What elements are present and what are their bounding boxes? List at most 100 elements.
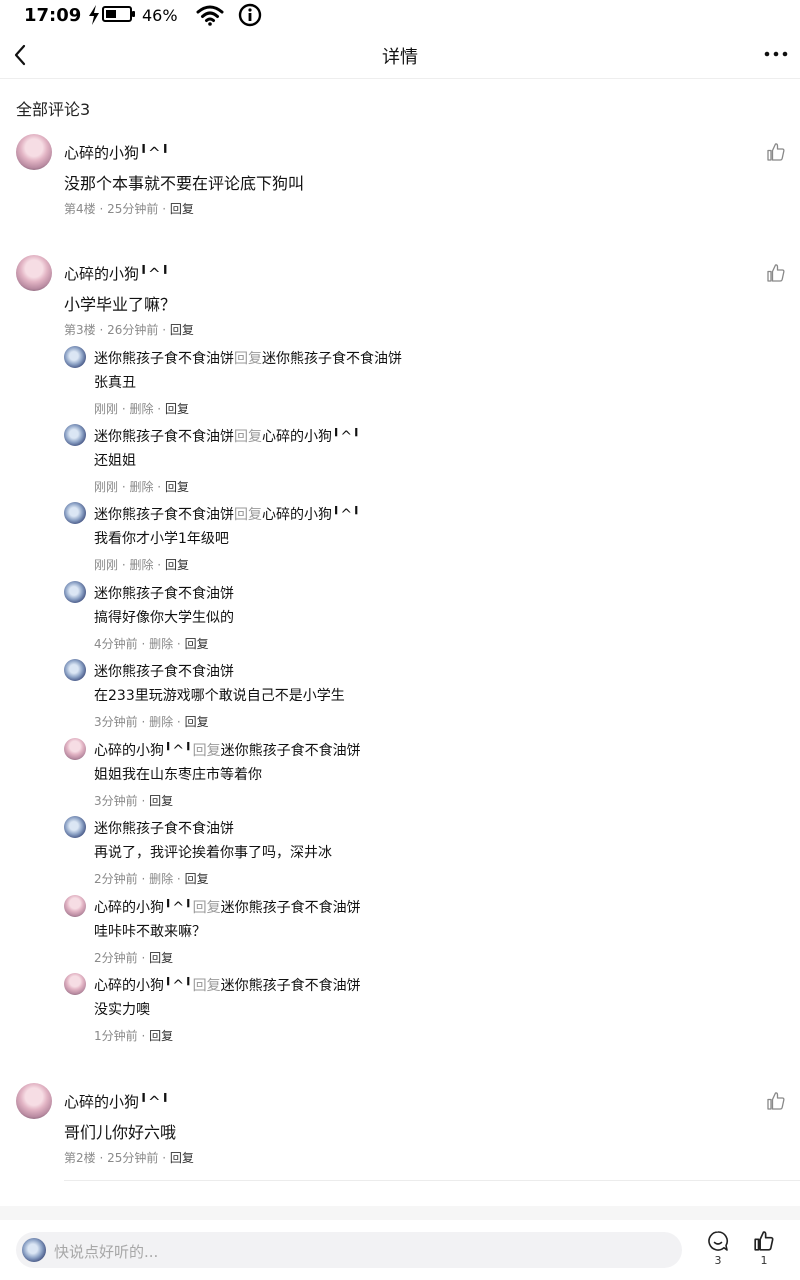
reply-target[interactable]: 心碎的小狗╹^╹: [262, 507, 361, 523]
reply-link[interactable]: 回复: [170, 1151, 194, 1165]
reply-target[interactable]: 迷你熊孩子食不食油饼: [221, 900, 361, 916]
reply-text: 再说了，我评论挨着你事了吗，深井冰: [94, 845, 332, 861]
reply-text: 姐姐我在山东枣庄市等着你: [94, 767, 262, 783]
reply-author[interactable]: 心碎的小狗╹^╹: [94, 743, 193, 759]
reply-text: 没实力噢: [94, 1002, 150, 1018]
reply-link[interactable]: 回复: [185, 715, 209, 729]
comment-meta: 第4楼 · 25分钟前 · 回复: [64, 202, 194, 216]
reply-author[interactable]: 迷你熊孩子食不食油饼: [94, 429, 234, 445]
reply-author[interactable]: 迷你熊孩子食不食油饼: [94, 351, 234, 367]
reply-meta: 刚刚 · 删除 · 回复: [94, 480, 189, 494]
comment-floor: 第4楼: [64, 202, 96, 216]
delete-link[interactable]: 删除: [149, 872, 173, 886]
reply-header: 迷你熊孩子食不食油饼: [94, 583, 234, 603]
comment-meta: 第3楼 · 26分钟前 · 回复: [64, 323, 194, 337]
reply-author[interactable]: 迷你熊孩子食不食油饼: [94, 821, 234, 837]
reply-tag: 回复: [234, 429, 262, 445]
reply-header: 迷你熊孩子食不食油饼: [94, 661, 234, 681]
reply-time: 1分钟前: [94, 1029, 138, 1043]
status-time: 17:09: [24, 5, 82, 26]
comment-count: 3: [714, 1254, 722, 1267]
comment-text: 没那个本事就不要在评论底下狗叫: [64, 174, 305, 193]
avatar[interactable]: [16, 1083, 52, 1119]
avatar[interactable]: [64, 346, 86, 368]
comment-floor: 第3楼: [64, 323, 96, 337]
divider: [64, 1180, 800, 1181]
reply-header: 迷你熊孩子食不食油饼回复心碎的小狗╹^╹: [94, 504, 361, 524]
reply-link[interactable]: 回复: [185, 872, 209, 886]
reply-link[interactable]: 回复: [165, 558, 189, 572]
comment-input-placeholder: 快说点好听的...: [54, 1243, 159, 1261]
avatar[interactable]: [64, 895, 86, 917]
delete-link[interactable]: 删除: [129, 558, 153, 572]
reply-author[interactable]: 心碎的小狗╹^╹: [94, 978, 193, 994]
like-count: 1: [760, 1254, 768, 1267]
reply-text: 张真丑: [94, 375, 136, 391]
comment-time: 26分钟前: [107, 323, 159, 337]
reply-meta: 2分钟前 · 回复: [94, 951, 174, 965]
avatar[interactable]: [64, 738, 86, 760]
avatar[interactable]: [16, 134, 52, 170]
comment-input[interactable]: 快说点好听的...: [16, 1232, 682, 1268]
reply-link[interactable]: 回复: [185, 637, 209, 651]
reply-target[interactable]: 心碎的小狗╹^╹: [262, 429, 361, 445]
delete-link[interactable]: 删除: [129, 402, 153, 416]
reply-target[interactable]: 迷你熊孩子食不食油饼: [262, 351, 402, 367]
reply-tag: 回复: [192, 900, 221, 916]
comment-author[interactable]: 心碎的小狗╹^╹: [64, 263, 170, 284]
reply-tag: 回复: [192, 743, 221, 759]
comments-count: 全部评论3: [16, 100, 91, 119]
comment-time: 25分钟前: [107, 1151, 159, 1165]
like-button[interactable]: 1: [744, 1230, 784, 1267]
comment-author[interactable]: 心碎的小狗╹^╹: [64, 1091, 170, 1112]
reply-header: 心碎的小狗╹^╹回复迷你熊孩子食不食油饼: [94, 975, 361, 995]
reply-meta: 1分钟前 · 回复: [94, 1029, 174, 1043]
reply-author[interactable]: 迷你熊孩子食不食油饼: [94, 507, 234, 523]
avatar[interactable]: [64, 816, 86, 838]
comment-button[interactable]: 3: [698, 1230, 738, 1267]
reply-author[interactable]: 迷你熊孩子食不食油饼: [94, 664, 234, 680]
reply-author[interactable]: 迷你熊孩子食不食油饼: [94, 586, 234, 602]
reply-link[interactable]: 回复: [165, 480, 189, 494]
reply-text: 哇咔咔不敢来嘛？: [94, 924, 206, 940]
reply-time: 3分钟前: [94, 715, 138, 729]
reply-author[interactable]: 心碎的小狗╹^╹: [94, 900, 193, 916]
delete-link[interactable]: 删除: [149, 715, 173, 729]
comment-author[interactable]: 心碎的小狗╹^╹: [64, 142, 170, 163]
reply-time: 刚刚: [94, 480, 119, 494]
avatar[interactable]: [64, 502, 86, 524]
reply-link[interactable]: 回复: [165, 402, 189, 416]
reply-header: 心碎的小狗╹^╹回复迷你熊孩子食不食油饼: [94, 897, 361, 917]
page-title: 详情: [382, 47, 418, 68]
delete-link[interactable]: 删除: [149, 637, 173, 651]
reply-link[interactable]: 回复: [170, 323, 194, 337]
reply-header: 迷你熊孩子食不食油饼: [94, 818, 234, 838]
more-dots-icon[interactable]: [764, 50, 788, 58]
reply-text: 搞得好像你大学生似的: [94, 610, 234, 626]
reply-meta: 刚刚 · 删除 · 回复: [94, 402, 189, 416]
comment-time: 25分钟前: [107, 202, 159, 216]
reply-link[interactable]: 回复: [170, 202, 194, 216]
thumb-up-icon[interactable]: [766, 263, 786, 283]
avatar[interactable]: [64, 659, 86, 681]
reply-target[interactable]: 迷你熊孩子食不食油饼: [221, 743, 361, 759]
reply-link[interactable]: 回复: [149, 794, 173, 808]
section-gap: [0, 1206, 800, 1220]
thumb-up-icon[interactable]: [766, 142, 786, 162]
reply-time: 2分钟前: [94, 872, 138, 886]
avatar[interactable]: [16, 255, 52, 291]
avatar[interactable]: [64, 973, 86, 995]
avatar[interactable]: [64, 424, 86, 446]
reply-meta: 4分钟前 · 删除 · 回复: [94, 637, 209, 651]
delete-link[interactable]: 删除: [129, 480, 153, 494]
reply-tag: 回复: [234, 507, 262, 523]
reply-meta: 2分钟前 · 删除 · 回复: [94, 872, 209, 886]
reply-target[interactable]: 迷你熊孩子食不食油饼: [221, 978, 361, 994]
comment-bubble-icon: [708, 1231, 729, 1251]
reply-time: 刚刚: [94, 558, 119, 572]
reply-link[interactable]: 回复: [149, 951, 173, 965]
reply-link[interactable]: 回复: [149, 1029, 173, 1043]
top-nav: 详情: [0, 32, 800, 79]
avatar[interactable]: [64, 581, 86, 603]
thumb-up-icon[interactable]: [766, 1091, 786, 1111]
